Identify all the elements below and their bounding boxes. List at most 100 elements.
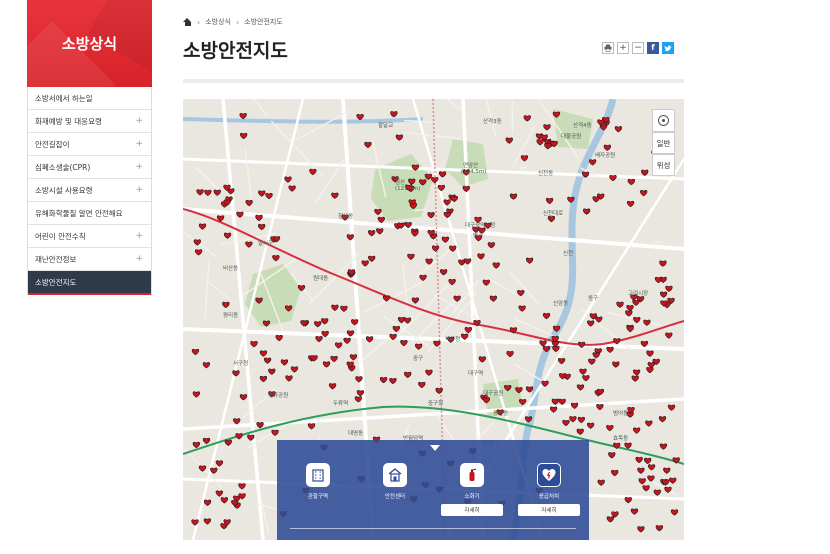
aed-marker[interactable]: [587, 423, 594, 429]
aed-marker[interactable]: [506, 138, 513, 144]
aed-marker[interactable]: [193, 442, 200, 448]
aed-marker[interactable]: [199, 224, 206, 230]
aed-marker[interactable]: [432, 246, 439, 252]
sidebar-item[interactable]: 재난안전정보+: [28, 248, 151, 271]
map-type-general-button[interactable]: 일반: [652, 132, 675, 154]
aed-marker[interactable]: [577, 429, 584, 435]
aed-marker[interactable]: [335, 343, 342, 349]
aed-marker[interactable]: [633, 317, 640, 323]
aed-marker[interactable]: [449, 279, 456, 285]
sidebar-item[interactable]: 심폐소생술(CPR)+: [28, 156, 151, 179]
aed-marker[interactable]: [237, 212, 244, 218]
aed-marker[interactable]: [628, 179, 635, 185]
aed-marker[interactable]: [329, 383, 336, 389]
sidebar-item[interactable]: 소방안전지도: [28, 271, 151, 295]
aed-marker[interactable]: [341, 306, 348, 312]
expand-icon[interactable]: +: [135, 162, 143, 172]
expand-icon[interactable]: +: [135, 139, 143, 149]
aed-marker[interactable]: [607, 517, 614, 523]
aed-marker[interactable]: [552, 399, 559, 405]
aed-marker[interactable]: [507, 351, 514, 357]
aed-marker[interactable]: [390, 378, 397, 384]
aed-marker[interactable]: [323, 362, 330, 368]
aed-marker[interactable]: [645, 421, 652, 427]
aed-marker[interactable]: [615, 126, 622, 132]
aed-marker[interactable]: [510, 194, 517, 200]
aed-marker[interactable]: [660, 444, 667, 450]
aed-marker[interactable]: [608, 452, 615, 458]
aed-marker[interactable]: [291, 367, 298, 373]
aed-marker[interactable]: [240, 113, 247, 119]
aed-marker[interactable]: [412, 231, 419, 237]
aed-marker[interactable]: [627, 201, 634, 207]
aed-marker[interactable]: [331, 193, 338, 199]
aed-marker[interactable]: [366, 337, 373, 343]
aed-marker[interactable]: [222, 302, 229, 308]
aed-marker[interactable]: [418, 382, 425, 388]
aed-marker[interactable]: [593, 196, 600, 202]
aed-marker[interactable]: [544, 143, 551, 149]
aed-marker[interactable]: [428, 212, 435, 218]
expand-icon[interactable]: +: [135, 116, 143, 126]
aed-marker[interactable]: [444, 212, 451, 218]
aed-marker[interactable]: [659, 416, 666, 422]
sidebar-item[interactable]: 안전길잡이+: [28, 133, 151, 156]
aed-marker[interactable]: [266, 193, 273, 199]
aed-marker[interactable]: [239, 484, 246, 490]
aed-marker[interactable]: [580, 369, 587, 375]
aed-marker[interactable]: [357, 114, 364, 120]
aed-marker[interactable]: [439, 172, 446, 178]
aed-marker[interactable]: [286, 376, 293, 382]
aed-marker[interactable]: [558, 358, 565, 364]
aed-marker[interactable]: [331, 356, 338, 362]
aed-marker[interactable]: [654, 490, 661, 496]
aed-marker[interactable]: [663, 468, 670, 474]
aed-marker[interactable]: [332, 305, 339, 311]
sidebar-item[interactable]: 어린이 안전수칙+: [28, 225, 151, 248]
aed-marker[interactable]: [588, 359, 595, 365]
aed-marker[interactable]: [404, 372, 411, 378]
aed-marker[interactable]: [233, 419, 240, 425]
aed-marker[interactable]: [671, 510, 678, 516]
aed-marker[interactable]: [627, 305, 634, 311]
extinguisher-detail-button[interactable]: 자세히: [441, 504, 503, 516]
aed-marker[interactable]: [256, 215, 263, 221]
aed-marker[interactable]: [264, 358, 271, 364]
print-button[interactable]: [602, 42, 614, 54]
aed-marker[interactable]: [625, 311, 632, 317]
category-extinguisher[interactable]: 소화기 자세히: [437, 463, 507, 516]
aed-marker[interactable]: [375, 209, 382, 215]
aed-marker[interactable]: [597, 404, 604, 410]
aed-marker[interactable]: [203, 438, 210, 444]
aed-marker[interactable]: [195, 250, 202, 256]
aed-marker[interactable]: [192, 349, 199, 355]
twitter-share-button[interactable]: [662, 42, 674, 54]
aed-marker[interactable]: [647, 367, 654, 373]
aed-marker[interactable]: [517, 290, 524, 296]
aed-marker[interactable]: [593, 353, 600, 359]
aed-marker[interactable]: [203, 362, 210, 368]
aed-marker[interactable]: [669, 478, 676, 484]
aed-marker[interactable]: [660, 292, 667, 298]
aed-marker[interactable]: [368, 256, 375, 262]
aed-marker[interactable]: [490, 296, 497, 302]
aed-marker[interactable]: [368, 230, 375, 236]
aed-marker[interactable]: [493, 263, 500, 269]
aed-marker[interactable]: [617, 302, 624, 308]
aed-marker[interactable]: [563, 420, 570, 426]
aed-marker[interactable]: [225, 440, 232, 446]
aed-marker[interactable]: [251, 341, 258, 347]
aed-marker[interactable]: [240, 394, 247, 400]
aed-marker[interactable]: [577, 385, 584, 391]
aed-marker[interactable]: [276, 335, 283, 341]
aed-marker[interactable]: [314, 321, 321, 327]
category-jurisdiction[interactable]: 관할구역: [283, 463, 353, 500]
aed-marker[interactable]: [660, 261, 667, 267]
aed-marker[interactable]: [434, 341, 441, 347]
aed-marker[interactable]: [378, 217, 385, 223]
aed-marker[interactable]: [398, 317, 405, 323]
sidebar-item[interactable]: 소방시설 사용요령+: [28, 179, 151, 202]
aed-marker[interactable]: [442, 237, 449, 243]
aed-marker[interactable]: [393, 326, 400, 332]
aed-marker[interactable]: [639, 479, 646, 485]
